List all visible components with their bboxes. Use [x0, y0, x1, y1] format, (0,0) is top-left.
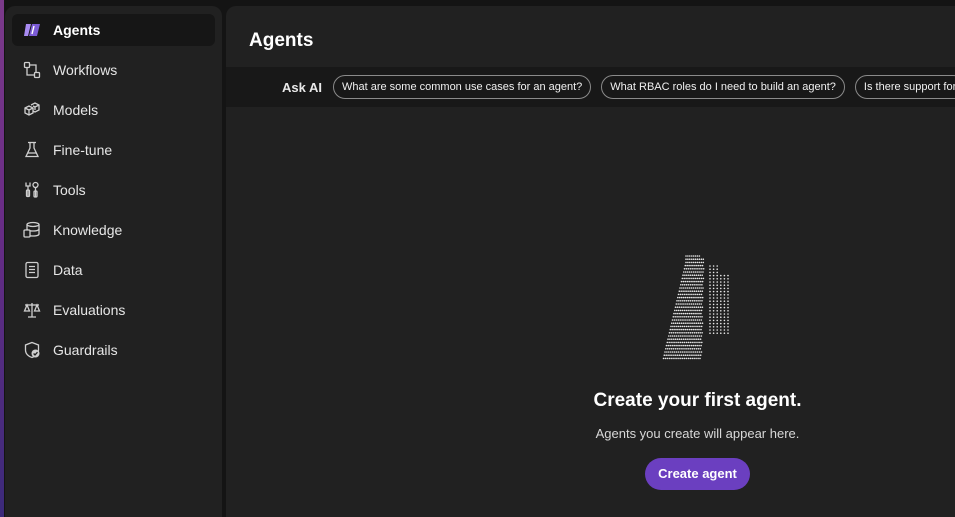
suggestion-chip[interactable]: What are some common use cases for an ag…	[332, 75, 592, 99]
scales-icon	[23, 301, 41, 319]
sidebar-item-evaluations[interactable]: Evaluations	[12, 294, 215, 326]
shield-check-icon	[23, 341, 41, 359]
main-panel: Agents Ask AI What are some common use c…	[226, 6, 955, 517]
sidebar-item-label: Knowledge	[53, 222, 123, 238]
flask-icon	[23, 141, 41, 159]
cubes-icon	[23, 101, 41, 119]
sidebar-item-fine-tune[interactable]: Fine-tune	[12, 134, 215, 166]
sidebar-item-label: Tools	[53, 182, 86, 198]
window-edge-accent	[0, 0, 4, 517]
ask-ai-label: Ask AI	[282, 79, 322, 95]
sidebar-item-tools[interactable]: Tools	[12, 174, 215, 206]
empty-state-title: Create your first agent.	[593, 390, 802, 411]
sidebar-item-label: Fine-tune	[53, 142, 113, 158]
dotted-agents-illustration	[662, 255, 729, 360]
tools-icon	[23, 181, 41, 199]
sidebar-item-knowledge[interactable]: Knowledge	[12, 214, 215, 246]
sidebar-item-label: Data	[53, 262, 83, 278]
sidebar-item-models[interactable]: Models	[12, 94, 215, 126]
sidebar-item-workflows[interactable]: Workflows	[12, 54, 215, 86]
sidebar-item-data[interactable]: Data	[12, 254, 215, 286]
sidebar-item-label: Guardrails	[53, 342, 118, 358]
sidebar-item-label: Workflows	[53, 62, 118, 78]
database-icon	[23, 221, 41, 239]
suggestion-chip[interactable]: Is there support for	[854, 75, 955, 99]
workflow-icon	[23, 61, 41, 79]
sidebar: Agents Workflows Models Fine-tune Tools …	[5, 6, 222, 517]
sidebar-item-label: Models	[53, 102, 99, 118]
create-agent-button[interactable]: Create agent	[645, 458, 750, 490]
suggestion-chip[interactable]: What RBAC roles do I need to build an ag…	[601, 75, 845, 99]
empty-state-subtitle: Agents you create will appear here.	[595, 426, 800, 441]
document-icon	[23, 261, 41, 279]
sidebar-item-label: Agents	[53, 22, 101, 38]
sidebar-item-label: Evaluations	[53, 302, 126, 318]
sidebar-item-agents[interactable]: Agents	[12, 14, 215, 46]
page-title: Agents	[249, 30, 314, 51]
ask-ai-bar: Ask AI What are some common use cases fo…	[226, 67, 955, 107]
agents-logo-icon	[23, 21, 41, 39]
sidebar-item-guardrails[interactable]: Guardrails	[12, 334, 215, 366]
